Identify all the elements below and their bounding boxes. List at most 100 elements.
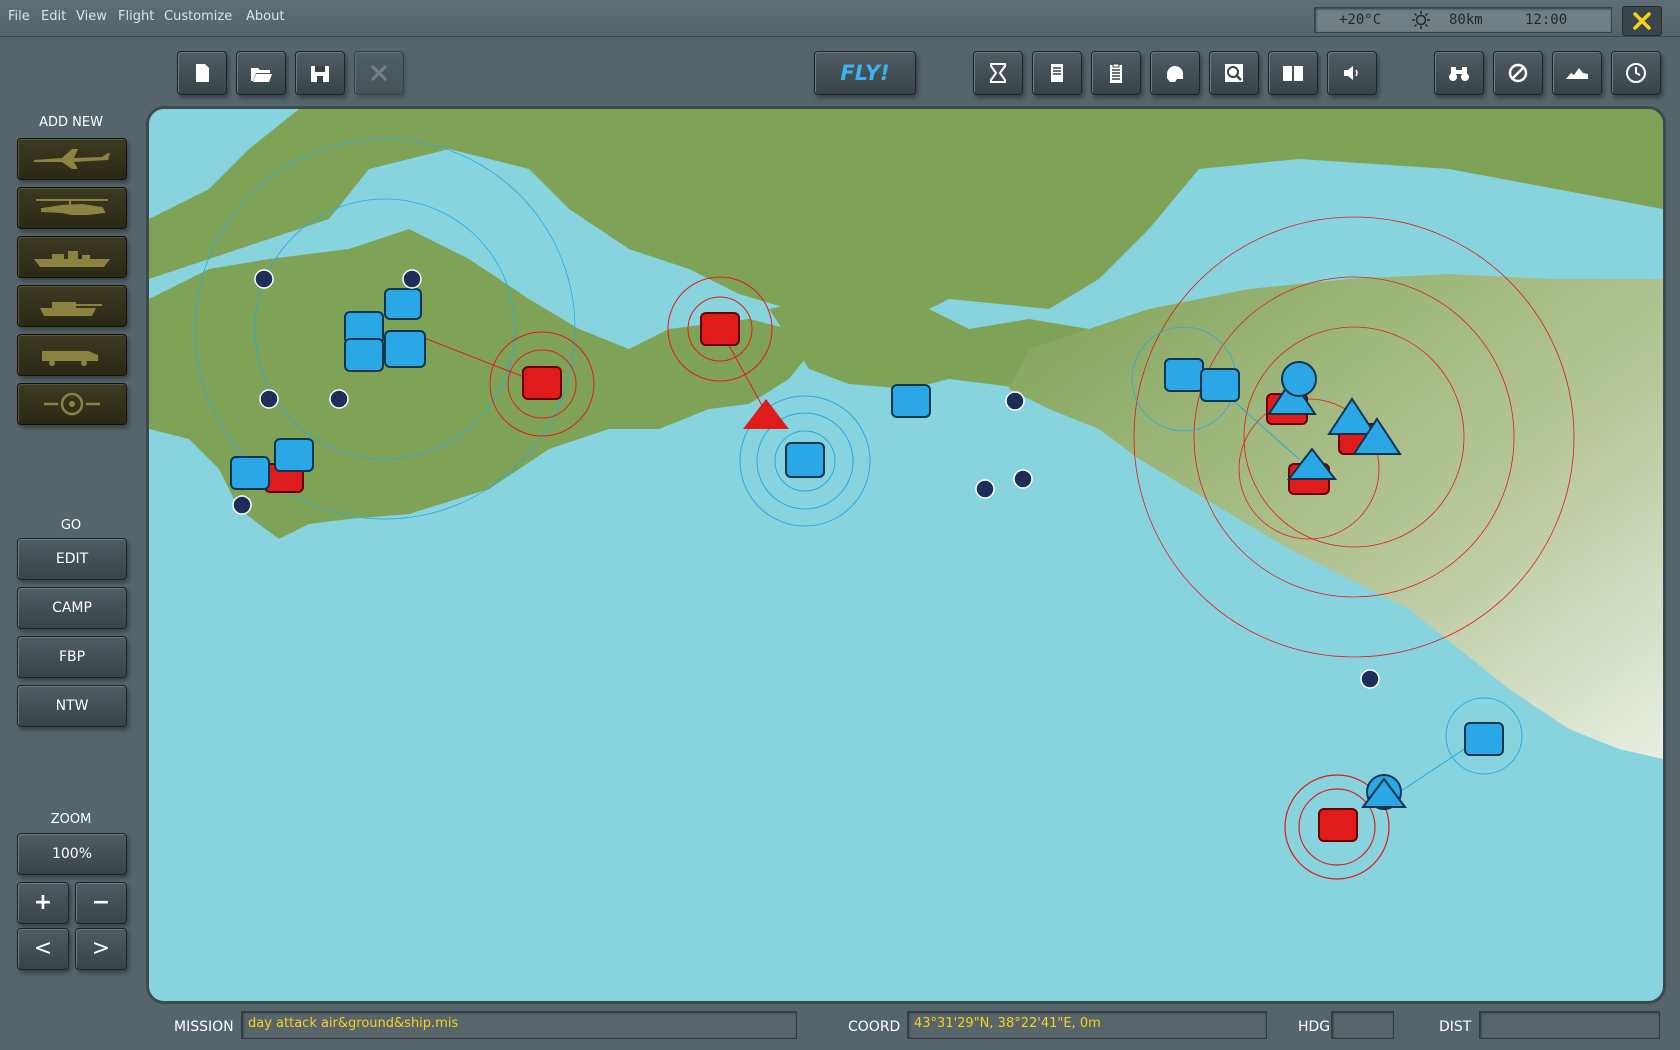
mission-map[interactable] [146,106,1666,1004]
airfield-icon [254,269,274,289]
prohibited-icon [1508,63,1528,83]
trigger-rules-button[interactable] [973,51,1023,95]
add-ship-button[interactable] [17,236,127,278]
add-airplane-button[interactable] [17,138,127,180]
new-file-icon [196,64,209,82]
mission-label: MISSION [174,1019,234,1035]
zoom-out-button[interactable]: − [75,882,127,924]
menu-flight[interactable]: Flight [118,9,154,24]
add-new-label: ADD NEW [39,115,103,130]
weather-panel[interactable]: +20°C 80km 12:00 [1314,7,1612,33]
blue-armor-unit[interactable] [274,438,314,472]
close-icon [1633,12,1651,30]
blue-helicopter-unit[interactable] [1200,368,1240,402]
close-icon [370,64,388,82]
dist-field [1479,1011,1660,1039]
helmet-icon [1167,66,1183,82]
book-icon [1283,66,1303,81]
open-folder-icon [251,68,272,82]
blue-armor-unit[interactable] [344,338,384,372]
menu-view[interactable]: View [76,9,107,24]
ntw-button[interactable]: NTW [17,685,127,727]
zoom-in-button[interactable]: + [17,882,69,924]
vehicle-icon [42,351,98,366]
edit-button[interactable]: EDIT [17,538,127,580]
terrain-icon [1566,68,1588,79]
hdg-label: HDG [1298,1019,1331,1035]
clipboard-icon [1110,63,1122,83]
blue-helicopter-unit[interactable] [1164,358,1204,392]
prev-button[interactable]: < [17,928,69,970]
airfield-icon [975,479,995,499]
menu-edit[interactable]: Edit [41,9,66,24]
blue-aircraft-unit[interactable] [384,288,422,320]
add-static-button[interactable] [17,383,127,425]
menu-file[interactable]: File [8,9,30,24]
hourglass-icon [990,63,1006,83]
visibility: 80km [1449,12,1483,28]
clock-icon [1626,63,1646,83]
blue-ship-unit[interactable] [785,442,825,478]
zoom-label: ZOOM [50,812,92,827]
blue-ground-unit[interactable] [1281,361,1317,397]
search-units-button[interactable] [1209,51,1259,95]
pilot-button[interactable] [1150,51,1200,95]
menu-bar: File Edit View Flight Customize About +2… [0,0,1680,37]
coord-label: COORD [848,1019,901,1035]
map-canvas[interactable] [149,109,1663,1001]
red-ship-unit[interactable] [1318,808,1358,842]
mission-field[interactable]: day attack air&ground&ship.mis [241,1011,797,1039]
terrain-button[interactable] [1552,51,1602,95]
sound-button[interactable] [1327,51,1377,95]
close-mission-button[interactable] [354,51,404,95]
blue-aircraft-unit[interactable] [891,384,931,418]
document-icon [1051,64,1063,82]
airfield-icon [402,269,422,289]
sun-icon [1412,11,1430,29]
hdg-field [1331,1011,1394,1039]
mission-goals-button[interactable] [1032,51,1082,95]
zoom-level[interactable]: 100% [17,833,127,875]
airfield-icon [329,389,349,409]
tank-icon [40,302,102,316]
target-icon [44,392,100,416]
camp-button[interactable]: CAMP [17,587,127,629]
red-armor-unit[interactable] [522,366,562,400]
binoculars-button[interactable] [1434,51,1484,95]
airfield-icon [1013,469,1033,489]
next-button[interactable]: > [75,928,127,970]
save-mission-button[interactable] [295,51,345,95]
speaker-icon [1344,66,1358,80]
blue-armor-unit[interactable] [384,330,426,368]
red-armor-unit[interactable] [700,312,740,346]
encyclopedia-button[interactable] [1268,51,1318,95]
fbp-button[interactable]: FBP [17,636,127,678]
prohibit-button[interactable] [1493,51,1543,95]
dist-label: DIST [1439,1019,1472,1035]
binoculars-icon [1449,67,1469,81]
menu-about[interactable]: About [246,9,284,24]
menu-customize[interactable]: Customize [164,9,232,24]
coord-field: 43°31'29"N, 38°22'41"E, 0m [907,1011,1267,1039]
airfield-icon [259,389,279,409]
blue-ship-unit[interactable] [230,456,270,490]
add-vehicle-button[interactable] [17,334,127,376]
blue-helicopter-unit[interactable] [1464,722,1504,756]
ship-icon [34,251,110,267]
magnifier-icon [1225,64,1243,82]
new-mission-button[interactable] [177,51,227,95]
close-button[interactable] [1622,6,1662,36]
go-label: GO [60,518,82,533]
airfield-icon [1360,669,1380,689]
plane-icon [34,149,110,169]
time-button[interactable] [1611,51,1661,95]
fly-button[interactable]: FLY! [814,51,916,95]
add-helicopter-button[interactable] [17,187,127,229]
temperature: +20°C [1339,12,1382,28]
save-icon [311,66,329,82]
add-armor-button[interactable] [17,285,127,327]
airfield-icon [1005,391,1025,411]
mission-time: 12:00 [1525,12,1568,28]
briefing-button[interactable] [1091,51,1141,95]
open-mission-button[interactable] [236,51,286,95]
